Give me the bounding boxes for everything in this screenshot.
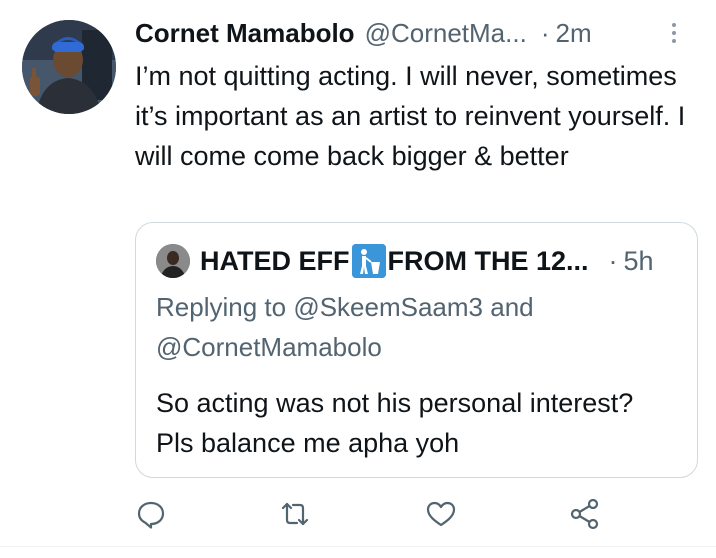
author-name[interactable]: Cornet Mamabolo (135, 18, 355, 49)
like-icon[interactable] (421, 494, 461, 534)
replying-prefix: Replying to (156, 292, 287, 322)
share-icon[interactable] (565, 494, 605, 534)
retweet-icon[interactable] (275, 494, 315, 534)
reply-icon[interactable] (131, 494, 171, 534)
replying-to: Replying to @SkeemSaam3 and @CornetMamab… (156, 287, 676, 367)
author-handle[interactable]: @CornetMa... (365, 18, 527, 49)
reply-user-link[interactable]: @SkeemSaam3 (293, 292, 483, 322)
reply-user-link[interactable]: @CornetMamabolo (156, 332, 382, 362)
quoted-author-avatar (156, 244, 190, 278)
quoted-author-name-start: HATED EFF (200, 245, 350, 276)
put-litter-in-its-place-icon (351, 244, 386, 278)
tweet-header: Cornet Mamabolo @CornetMa... · 2m (135, 16, 695, 50)
quoted-author-name-end: FROM THE 12... (387, 245, 589, 276)
tweet-timestamp[interactable]: 2m (555, 18, 591, 49)
separator-dot: · (540, 17, 550, 48)
quoted-tweet[interactable]: HATED EFF FROM THE 12... · 5h Replying t… (135, 222, 698, 478)
quoted-tweet-header: HATED EFF FROM THE 12... · 5h (156, 241, 686, 281)
quoted-tweet-text: So acting was not his personal interest?… (156, 388, 634, 458)
quoted-timestamp: 5h (623, 245, 654, 276)
replying-and: and (490, 292, 534, 322)
more-options-icon[interactable] (665, 20, 683, 46)
quoted-separator-dot: · (608, 245, 618, 276)
author-avatar[interactable] (22, 20, 116, 114)
tweet-actions (0, 494, 716, 534)
divider (0, 546, 716, 547)
tweet-text: I’m not quitting acting. I will never, s… (135, 61, 686, 171)
